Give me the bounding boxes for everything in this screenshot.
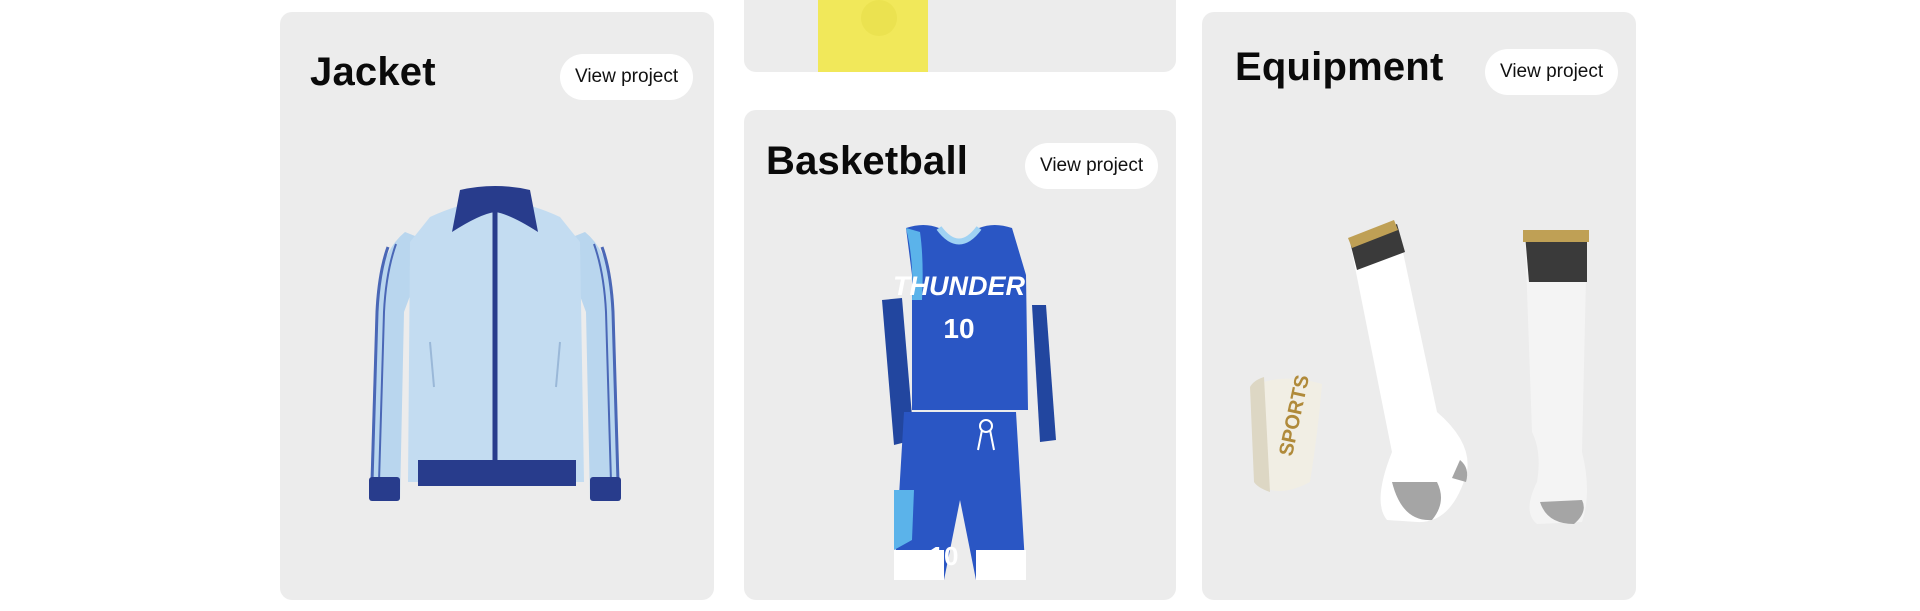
equipment-image: SPORTS: [1250, 220, 1589, 524]
basketball-kit-image: THUNDER 10 10: [882, 225, 1056, 580]
product-card-basketball[interactable]: Basketball View project THUNDER 10 10: [744, 110, 1176, 600]
product-card-jacket[interactable]: Jacket View project: [280, 12, 714, 600]
product-card-top-partial[interactable]: [744, 0, 1176, 72]
jersey-text: THUNDER: [893, 271, 1025, 301]
product-card-equipment[interactable]: Equipment View project SPORTS: [1202, 12, 1636, 600]
shorts-number: 10: [930, 541, 959, 571]
jersey-number: 10: [943, 313, 974, 344]
jacket-image: [369, 186, 621, 501]
yellow-product-image: [818, 0, 928, 72]
